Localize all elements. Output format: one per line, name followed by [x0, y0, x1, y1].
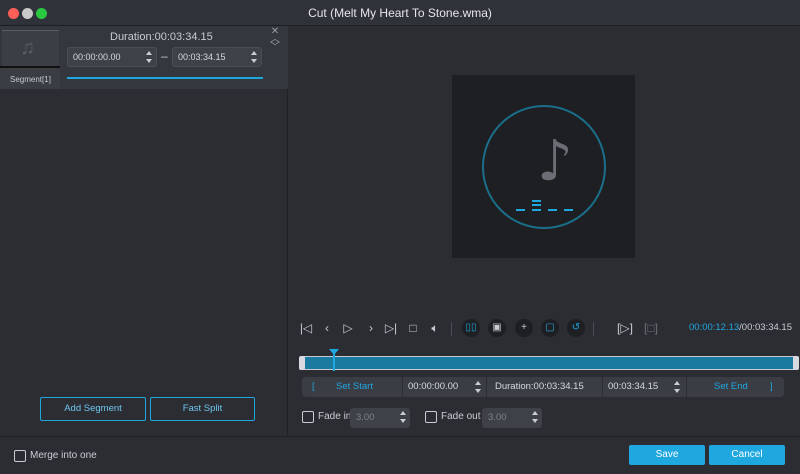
previous-frame-icon[interactable]: ‹ [317, 318, 337, 338]
play-icon[interactable]: ▷ [338, 318, 358, 338]
bottom-bar: Merge into one Save Cancel [0, 436, 800, 474]
go-to-end-icon[interactable]: ▷| [381, 318, 401, 338]
timeline-start-handle[interactable] [299, 356, 305, 370]
playback-controls: |◁ ‹ ▷ › ▷| □ 🔈︎ ▯▯ ▣ + ▢ ↺ [▷] [□] 00:0… [288, 318, 800, 340]
fade-out-stepper[interactable] [532, 410, 539, 424]
window-title: Cut (Melt My Heart To Stone.wma) [308, 6, 492, 20]
fade-out-field[interactable]: 3.00 [482, 408, 542, 428]
timeline-end-handle[interactable] [793, 356, 799, 370]
fast-split-button[interactable]: Fast Split [150, 397, 255, 421]
equalizer-icon [516, 199, 576, 215]
copy-icon[interactable]: ▢ [541, 319, 559, 337]
range-duration: Duration:00:03:34.15 [495, 381, 584, 392]
current-time: 00:00:12.13 [688, 322, 740, 333]
audio-circle: ♪ [482, 105, 606, 229]
start-time-field[interactable]: 00:00:00.00 [408, 377, 458, 397]
play-segment-icon[interactable]: [▷] [615, 318, 635, 338]
close-bracket: ] [770, 381, 773, 392]
merge-checkbox[interactable] [14, 450, 26, 462]
fade-in-checkbox[interactable] [302, 411, 314, 423]
music-note-icon: ♪ [537, 129, 573, 194]
stop-icon[interactable]: □ [403, 318, 423, 338]
segment-label-box: Segment[1] [0, 66, 60, 89]
set-range-bar: [ Set Start 00:00:00.00 Duration:00:03:3… [302, 377, 784, 397]
add-icon[interactable]: + [515, 319, 533, 337]
divider [686, 377, 687, 397]
segment-row[interactable]: ♫ Segment[1] Duration:00:03:34.15 00:00:… [0, 26, 288, 89]
music-note-icon: ♫ [20, 37, 35, 59]
playhead[interactable] [329, 349, 339, 371]
go-to-start-icon[interactable]: |◁ [296, 318, 316, 338]
segment-thumbnail: ♫ [2, 30, 59, 66]
fade-out-label: Fade out [441, 411, 481, 422]
timeline-track[interactable] [299, 349, 799, 371]
open-bracket: [ [312, 381, 315, 392]
add-segment-button[interactable]: Add Segment [40, 397, 146, 421]
start-time-stepper[interactable] [475, 380, 482, 394]
time-readout: 00:00:12.13/00:03:34.15 [689, 322, 792, 333]
move-down-icon[interactable]: ﹀ [270, 43, 280, 53]
segment-panel: ♫ Segment[1] Duration:00:03:34.15 00:00:… [0, 26, 288, 436]
divider [602, 377, 603, 397]
set-start-button[interactable]: Set Start [336, 377, 373, 397]
audio-preview: ♪ [452, 75, 635, 258]
divider [486, 377, 487, 397]
divider [402, 377, 403, 397]
segment-side-icons: ✕ ︿ ﹀ [270, 27, 280, 53]
fade-out-checkbox[interactable] [425, 411, 437, 423]
stop-segment-icon[interactable]: [□] [641, 318, 661, 338]
title-bar: Cut (Melt My Heart To Stone.wma) [0, 0, 800, 26]
divider [451, 322, 452, 336]
crop-frame-icon[interactable]: ▣ [488, 319, 506, 337]
fade-in-stepper[interactable] [400, 410, 407, 424]
fade-row: Fade in 3.00 Fade out 3.00 [302, 408, 602, 428]
fade-in-label: Fade in [318, 411, 352, 422]
preview-panel: ♪ |◁ ‹ ▷ › ▷| □ 🔈︎ ▯▯ ▣ + ▢ ↺ [▷] [□] 00… [288, 26, 800, 436]
set-end-button[interactable]: Set End [714, 377, 748, 397]
start-stepper[interactable] [146, 50, 153, 64]
end-time-stepper[interactable] [674, 380, 681, 394]
merge-label: Merge into one [30, 450, 97, 461]
divider [593, 322, 594, 336]
segment-progress-bar [67, 77, 263, 79]
split-icon[interactable]: ▯▯ [462, 319, 480, 337]
segment-start-field[interactable]: 00:00:00.00 [67, 47, 157, 67]
end-stepper[interactable] [251, 50, 258, 64]
fade-in-field[interactable]: 3.00 [350, 408, 410, 428]
segment-duration: Duration:00:03:34.15 [110, 31, 213, 43]
reset-icon[interactable]: ↺ [567, 319, 585, 337]
segment-end-field[interactable]: 00:03:34.15 [172, 47, 262, 67]
end-time-field[interactable]: 00:03:34.15 [608, 377, 658, 397]
save-button[interactable]: Save [629, 445, 705, 465]
segment-label: Segment[1] [10, 75, 51, 84]
volume-icon[interactable]: 🔈︎ [425, 318, 445, 338]
next-frame-icon[interactable]: › [361, 318, 381, 338]
time-range-dash: – [161, 49, 168, 63]
total-time: /00:03:34.15 [739, 322, 792, 333]
cancel-button[interactable]: Cancel [709, 445, 785, 465]
